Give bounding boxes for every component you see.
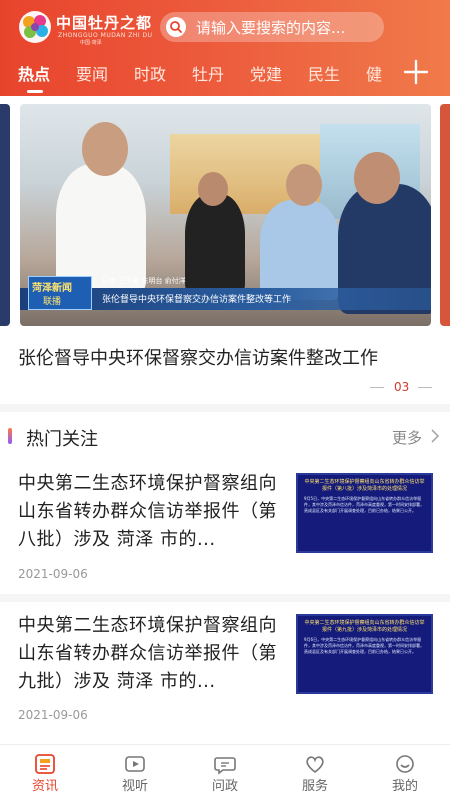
photo-person xyxy=(56,164,146,294)
tab-important-news[interactable]: 要闻 xyxy=(76,61,108,85)
peony-logo-icon xyxy=(19,11,51,43)
nav-video[interactable]: 视听 xyxy=(90,745,180,800)
tab-health[interactable]: 健 xyxy=(366,61,382,85)
news-item-date: 2021-09-06 xyxy=(18,567,88,581)
pager-line-right xyxy=(418,387,432,388)
photo-person-head xyxy=(198,172,228,206)
nav-service[interactable]: 服务 xyxy=(270,745,360,800)
nav-label: 服务 xyxy=(301,779,328,794)
chat-bubble-icon xyxy=(214,757,236,775)
section-divider xyxy=(0,404,450,412)
tab-politics[interactable]: 时政 xyxy=(134,61,166,85)
thumbnail-title: 中央第二生态环境保护督察组向山东省转办群众信访举报件（第八批）涉及菏泽市的处理情… xyxy=(304,479,425,492)
photo-person xyxy=(185,194,245,294)
program-badge: 菏泽新闻 联播 xyxy=(28,276,92,310)
tab-hot[interactable]: 热点 xyxy=(18,61,50,85)
tab-party-building[interactable]: 党建 xyxy=(250,61,282,85)
tab-peony[interactable]: 牡丹 xyxy=(192,61,224,85)
badge-line-2: 联播 xyxy=(43,297,62,307)
photo-person-head xyxy=(82,122,128,176)
nav-label: 我的 xyxy=(391,779,418,794)
thumbnail-body: 9月6日，中央第二生态环境保护督察组向山东省转办群众信访举报件，其中涉及菏泽市信… xyxy=(304,637,424,654)
nav-profile[interactable]: 我的 xyxy=(360,745,450,800)
section-title: 热门关注 xyxy=(26,429,98,450)
smile-icon xyxy=(396,755,414,773)
plus-icon[interactable] xyxy=(402,58,430,86)
news-icon xyxy=(35,754,55,774)
badge-line-1: 菏泽新闻 xyxy=(32,283,72,294)
photo-person-head xyxy=(286,164,322,206)
logo-pinyin: ZHONGGUO MUDAN ZHI DU xyxy=(58,32,153,39)
search-bar[interactable]: 请输入要搜索的内容... xyxy=(160,12,384,42)
news-item-title[interactable]: 中央第二生态环境保护督察组向山东省转办群众信访举报件（第八批）涉及 菏泽 市的.… xyxy=(18,470,288,554)
list-separator xyxy=(0,594,450,602)
thumbnail-body: 9月5日，中央第二生态环境保护督察组向山东省转办群众信访举报件，其中涉及菏泽市信… xyxy=(304,496,424,513)
caption-reporters: 记者 王子夏 东明台 俞付洋 xyxy=(102,277,186,285)
nav-label: 资讯 xyxy=(31,779,58,794)
search-input[interactable]: 请输入要搜索的内容... xyxy=(196,17,378,38)
nav-label: 问政 xyxy=(211,779,238,794)
more-link[interactable]: 更多 xyxy=(392,427,422,448)
thumbnail-title: 中央第二生态环境保护督察组向山东省转办群众信访举报件（第九批）涉及菏泽市的处理情… xyxy=(304,620,425,633)
logo-title: 中国牡丹之都 xyxy=(56,14,153,32)
carousel-headline[interactable]: 张伦督导中央环保督察交办信访案件整改工作 xyxy=(18,344,378,370)
chevron-right-icon[interactable] xyxy=(428,427,442,445)
logo-city: 中国·菏泽 xyxy=(80,40,102,46)
app-header: 中国牡丹之都 ZHONGGUO MUDAN ZHI DU 中国·菏泽 请输入要搜… xyxy=(0,0,450,96)
news-item-thumbnail[interactable]: 中央第二生态环境保护督察组向山东省转办群众信访举报件（第八批）涉及菏泽市的处理情… xyxy=(296,473,433,553)
section-accent-bar xyxy=(8,428,12,444)
pager-number: 03 xyxy=(394,380,410,394)
bottom-navigation: 资讯 视听 问政 服务 我的 xyxy=(0,744,450,800)
nav-label: 视听 xyxy=(121,779,148,794)
nav-inquiry[interactable]: 问政 xyxy=(180,745,270,800)
tv-icon xyxy=(125,756,145,772)
pager-line-left xyxy=(370,387,384,388)
news-item-title[interactable]: 中央第二生态环境保护督察组向山东省转办群众信访举报件（第九批）涉及 菏泽 市的.… xyxy=(18,612,288,696)
news-item-thumbnail[interactable]: 中央第二生态环境保护督察组向山东省转办群众信访举报件（第九批）涉及菏泽市的处理情… xyxy=(296,614,433,694)
news-item-date: 2021-09-06 xyxy=(18,708,88,722)
app-logo[interactable]: 中国牡丹之都 ZHONGGUO MUDAN ZHI DU 中国·菏泽 xyxy=(18,10,152,46)
heart-icon xyxy=(306,756,324,774)
carousel-prev-peek[interactable] xyxy=(0,104,10,326)
news-carousel-slide[interactable]: 菏泽新闻 联播 记者 王子夏 东明台 俞付洋 张伦督导中央环保督察交办信访案件整… xyxy=(20,104,431,326)
caption-subtitle: 张伦督导中央环保督察交办信访案件整改等工作 xyxy=(102,295,292,305)
carousel-page-indicator: 03 xyxy=(370,380,434,394)
tab-livelihood[interactable]: 民生 xyxy=(308,61,340,85)
photo-person xyxy=(260,200,340,300)
photo-person-head xyxy=(354,152,400,204)
active-tab-indicator xyxy=(27,90,43,93)
nav-news[interactable]: 资讯 xyxy=(0,745,90,800)
carousel-next-peek[interactable] xyxy=(440,104,450,326)
category-tabs: 热点 要闻 时政 牡丹 党建 民生 健 xyxy=(0,58,400,96)
search-icon xyxy=(166,17,186,37)
